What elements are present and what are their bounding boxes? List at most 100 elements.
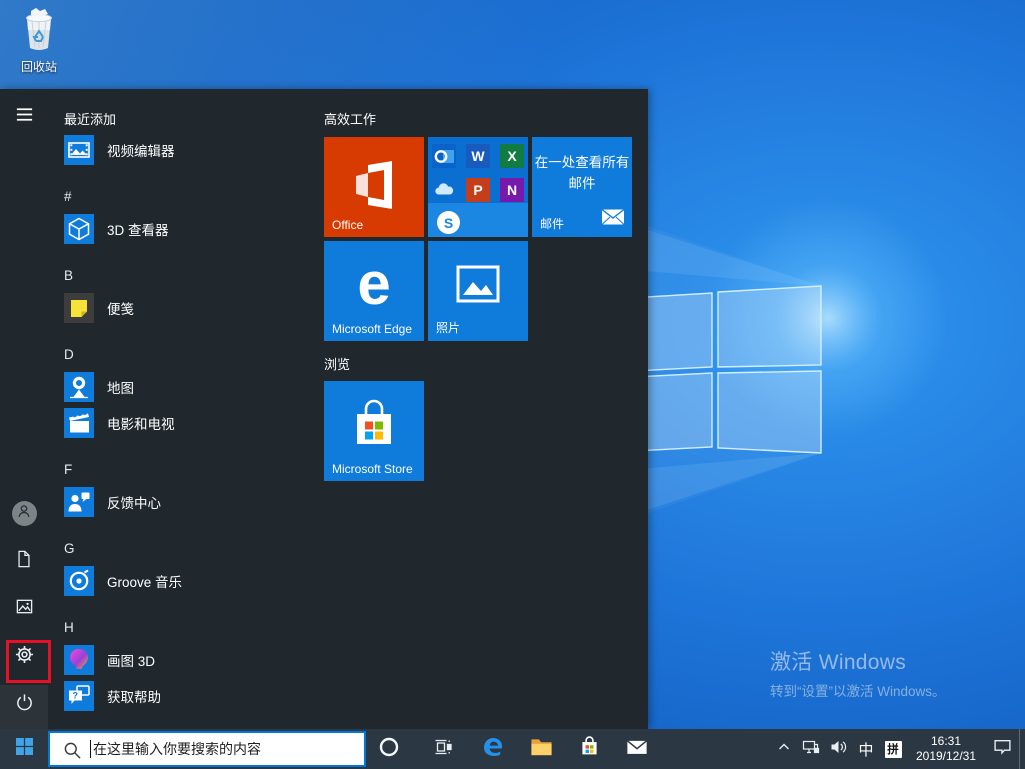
text-caret xyxy=(90,740,91,758)
groove-music-icon xyxy=(64,566,94,596)
user-icon xyxy=(15,502,33,525)
mail-envelope-icon xyxy=(601,208,625,231)
recycle-bin-label: 回收站 xyxy=(20,60,57,74)
excel-icon: X xyxy=(500,144,524,168)
tile-office-apps[interactable]: W X P N S xyxy=(428,137,528,237)
taskbar: 中 拼 16:31 2019/12/31 xyxy=(0,729,1025,769)
get-help-icon: ? xyxy=(64,681,94,711)
file-explorer-button[interactable] xyxy=(518,729,564,769)
app-item-label: 画图 3D xyxy=(107,654,156,669)
tile-mail[interactable]: 在一处查看所有 邮件 邮件 xyxy=(532,137,632,237)
app-item-get-help[interactable]: ? 获取帮助 xyxy=(64,678,324,714)
maps-icon xyxy=(64,372,94,402)
action-center-icon xyxy=(993,737,1012,761)
section-letter-D[interactable]: D xyxy=(64,326,324,369)
tray-overflow-button[interactable] xyxy=(771,729,797,769)
office-apps-grid: W X P N xyxy=(432,144,524,202)
svg-text:?: ? xyxy=(73,691,79,701)
movies-tv-icon xyxy=(64,408,94,438)
feedback-hub-icon xyxy=(64,487,94,517)
word-icon: W xyxy=(466,144,490,168)
section-letter-#[interactable]: # xyxy=(64,168,324,211)
app-item-feedback-hub[interactable]: 反馈中心 xyxy=(64,484,324,520)
rail-button-power[interactable] xyxy=(0,685,48,725)
power-icon xyxy=(15,693,34,717)
rail-button-user[interactable] xyxy=(0,493,48,533)
clock-date: 2019/12/31 xyxy=(915,749,977,763)
section-letter-F[interactable]: F xyxy=(64,441,324,484)
show-desktop-button[interactable] xyxy=(1019,729,1025,769)
ime-language-button[interactable]: 中 xyxy=(853,729,879,769)
onenote-icon: N xyxy=(500,178,524,202)
app-item-viewer3d[interactable]: 3D 查看器 xyxy=(64,211,324,247)
viewer3d-icon xyxy=(64,214,94,244)
windows-logo-icon xyxy=(15,738,33,760)
outlook-icon xyxy=(432,144,456,168)
tile-label: Microsoft Edge xyxy=(332,322,413,336)
search-icon xyxy=(63,741,82,765)
network-tray-button[interactable] xyxy=(797,729,825,769)
settings-icon xyxy=(15,645,34,669)
chevron-up-icon xyxy=(777,740,791,759)
system-tray: 中 拼 16:31 2019/12/31 xyxy=(771,729,1025,769)
ime-pinyin-badge: 拼 xyxy=(884,740,902,758)
edge-icon xyxy=(481,735,505,764)
app-item-label: 反馈中心 xyxy=(107,496,161,511)
taskbar-search-box[interactable] xyxy=(48,731,366,767)
document-icon xyxy=(15,550,33,573)
app-item-label: Groove 音乐 xyxy=(107,575,183,590)
start-menu-app-list: 最近添加视频编辑器 #3D 查看器 B 便笺 D 地图 电影和电视 F 反馈中心 G Groove … xyxy=(48,89,324,729)
action-center-button[interactable] xyxy=(985,729,1019,769)
mail-taskbar-button[interactable] xyxy=(614,729,660,769)
hamburger-icon xyxy=(15,105,34,129)
section-letter-H[interactable]: H xyxy=(64,599,324,642)
app-item-movies-tv[interactable]: 电影和电视 xyxy=(64,405,324,441)
task-view-button[interactable] xyxy=(420,729,466,769)
tile-label: 照片 xyxy=(436,321,461,335)
mail-tile-text: 在一处查看所有 邮件 xyxy=(534,155,630,191)
ime-mode-button[interactable]: 拼 xyxy=(879,729,907,769)
app-item-video-editor[interactable]: 视频编辑器 xyxy=(64,132,324,168)
app-item-label: 便笺 xyxy=(107,302,134,317)
store-taskbar-button[interactable] xyxy=(566,729,612,769)
start-menu-rail xyxy=(0,89,51,729)
rail-button-pictures[interactable] xyxy=(0,589,48,629)
search-input[interactable] xyxy=(50,732,364,766)
app-list-header: 最近添加 xyxy=(64,112,117,127)
tile-office[interactable]: Office xyxy=(324,137,424,237)
cortana-button[interactable] xyxy=(366,729,412,769)
onedrive-icon xyxy=(432,178,456,202)
start-menu: 最近添加视频编辑器 #3D 查看器 B 便笺 D 地图 电影和电视 F 反馈中心 G Groove … xyxy=(0,89,648,729)
tile-group-title: 高效工作 xyxy=(324,112,377,127)
taskbar-clock[interactable]: 16:31 2019/12/31 xyxy=(907,729,985,769)
start-button[interactable] xyxy=(0,729,48,769)
tile-edge[interactable]: e Microsoft Edge xyxy=(324,241,424,341)
volume-tray-button[interactable] xyxy=(825,729,853,769)
store-bag-icon xyxy=(348,398,400,455)
activation-watermark: 激活 Windows 转到“设置”以激活 Windows。 xyxy=(770,646,946,700)
clock-time: 16:31 xyxy=(930,734,962,748)
paint3d-icon xyxy=(64,645,94,675)
folder-icon xyxy=(530,735,553,763)
avatar xyxy=(11,500,37,526)
volume-icon xyxy=(830,738,848,761)
rail-button-documents[interactable] xyxy=(0,541,48,581)
office-logo-icon xyxy=(348,159,400,216)
app-item-maps[interactable]: 地图 xyxy=(64,369,324,405)
recycle-bin[interactable]: 回收站 xyxy=(8,6,70,75)
edge-taskbar-button[interactable] xyxy=(470,729,516,769)
watermark-subtitle: 转到“设置”以激活 Windows。 xyxy=(770,684,946,699)
app-item-sticky-notes[interactable]: 便笺 xyxy=(64,290,324,326)
rail-button-settings[interactable] xyxy=(0,637,48,677)
app-item-paint3d[interactable]: 画图 3D xyxy=(64,642,324,678)
pictures-icon xyxy=(15,597,34,621)
app-item-label: 视频编辑器 xyxy=(107,144,175,159)
section-letter-G[interactable]: G xyxy=(64,520,324,563)
app-item-groove-music[interactable]: Groove 音乐 xyxy=(64,563,324,599)
rail-button-menu[interactable] xyxy=(0,97,48,137)
tile-photos[interactable]: 照片 xyxy=(428,241,528,341)
section-letter-B[interactable]: B xyxy=(64,247,324,290)
tile-store[interactable]: Microsoft Store xyxy=(324,381,424,481)
start-menu-tiles: 高效工作 Office W X P N S 在一处查看所有 邮件 邮件 e Micros… xyxy=(324,89,648,481)
section-letter-J[interactable]: J xyxy=(64,714,324,729)
